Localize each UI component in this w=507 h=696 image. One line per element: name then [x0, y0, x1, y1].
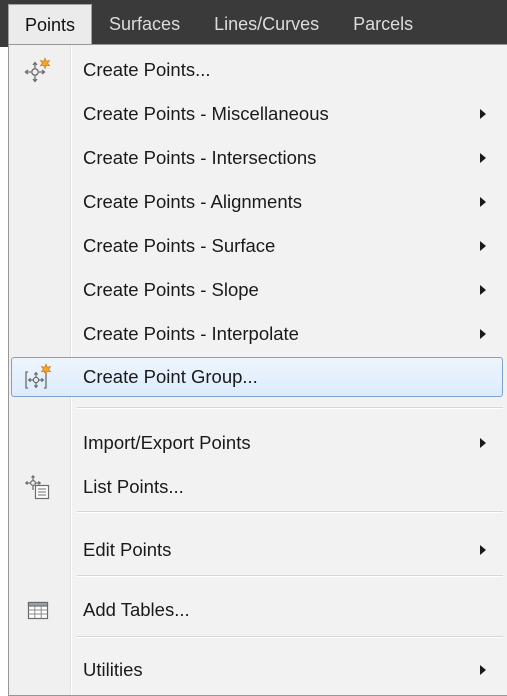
menu-item-list-points[interactable]: List Points...	[11, 467, 503, 507]
menu-item-label: Create Points - Intersections	[83, 147, 317, 168]
menubar-item-surfaces[interactable]: Surfaces	[92, 4, 197, 44]
screen: Points Surfaces Lines/Curves Parcels Cre…	[0, 0, 507, 696]
table-icon	[27, 601, 49, 620]
point-group-icon	[25, 363, 52, 389]
menu-item-label: Utilities	[83, 659, 143, 680]
menu-item-utilities[interactable]: Utilities	[11, 650, 503, 690]
menu-item-label: Create Points - Surface	[83, 235, 276, 256]
submenu-arrow-icon	[480, 197, 486, 207]
points-dropdown-menu: Create Points... Create Points - Miscell…	[8, 44, 507, 696]
menu-item-label: Create Points - Slope	[83, 279, 259, 300]
menu-item-label: Edit Points	[83, 539, 172, 560]
menu-item-create-points-miscellaneous[interactable]: Create Points - Miscellaneous	[11, 94, 503, 134]
submenu-arrow-icon	[480, 665, 486, 675]
menu-item-create-points[interactable]: Create Points...	[11, 50, 503, 90]
create-points-icon	[24, 57, 51, 83]
submenu-arrow-icon	[480, 241, 486, 251]
menu-separator	[77, 636, 503, 638]
menu-item-edit-points[interactable]: Edit Points	[11, 530, 503, 570]
menu-item-label: Add Tables...	[83, 599, 190, 620]
submenu-arrow-icon	[480, 153, 486, 163]
menu-item-create-points-intersections[interactable]: Create Points - Intersections	[11, 138, 503, 178]
menubar-item-lines-curves[interactable]: Lines/Curves	[197, 4, 336, 44]
menu-item-create-points-slope[interactable]: Create Points - Slope	[11, 270, 503, 310]
menu-item-label: Create Points - Miscellaneous	[83, 103, 329, 124]
menu-item-create-points-surface[interactable]: Create Points - Surface	[11, 226, 503, 266]
submenu-arrow-icon	[480, 285, 486, 295]
menu-item-import-export-points[interactable]: Import/Export Points	[11, 423, 503, 463]
menu-item-label: List Points...	[83, 476, 184, 497]
menu-item-label: Create Points - Interpolate	[83, 323, 299, 344]
menu-item-create-point-group[interactable]: Create Point Group...	[11, 357, 503, 397]
menu-item-create-points-alignments[interactable]: Create Points - Alignments	[11, 182, 503, 222]
menu-separator	[77, 407, 503, 409]
menu-separator	[77, 575, 503, 577]
menu-separator	[77, 511, 503, 513]
submenu-arrow-icon	[480, 329, 486, 339]
submenu-arrow-icon	[480, 545, 486, 555]
menu-item-add-tables[interactable]: Add Tables...	[11, 590, 503, 630]
menu-item-create-points-interpolate[interactable]: Create Points - Interpolate	[11, 314, 503, 354]
menubar-item-parcels[interactable]: Parcels	[336, 4, 430, 44]
menubar-item-points[interactable]: Points	[8, 4, 93, 44]
submenu-arrow-icon	[480, 109, 486, 119]
list-points-icon	[24, 474, 50, 500]
menubar: Points Surfaces Lines/Curves Parcels	[0, 0, 507, 47]
menu-item-label: Import/Export Points	[83, 432, 251, 453]
menu-item-label: Create Points...	[83, 59, 211, 80]
menu-item-label: Create Points - Alignments	[83, 191, 303, 212]
menu-item-label: Create Point Group...	[83, 366, 258, 387]
submenu-arrow-icon	[480, 438, 486, 448]
